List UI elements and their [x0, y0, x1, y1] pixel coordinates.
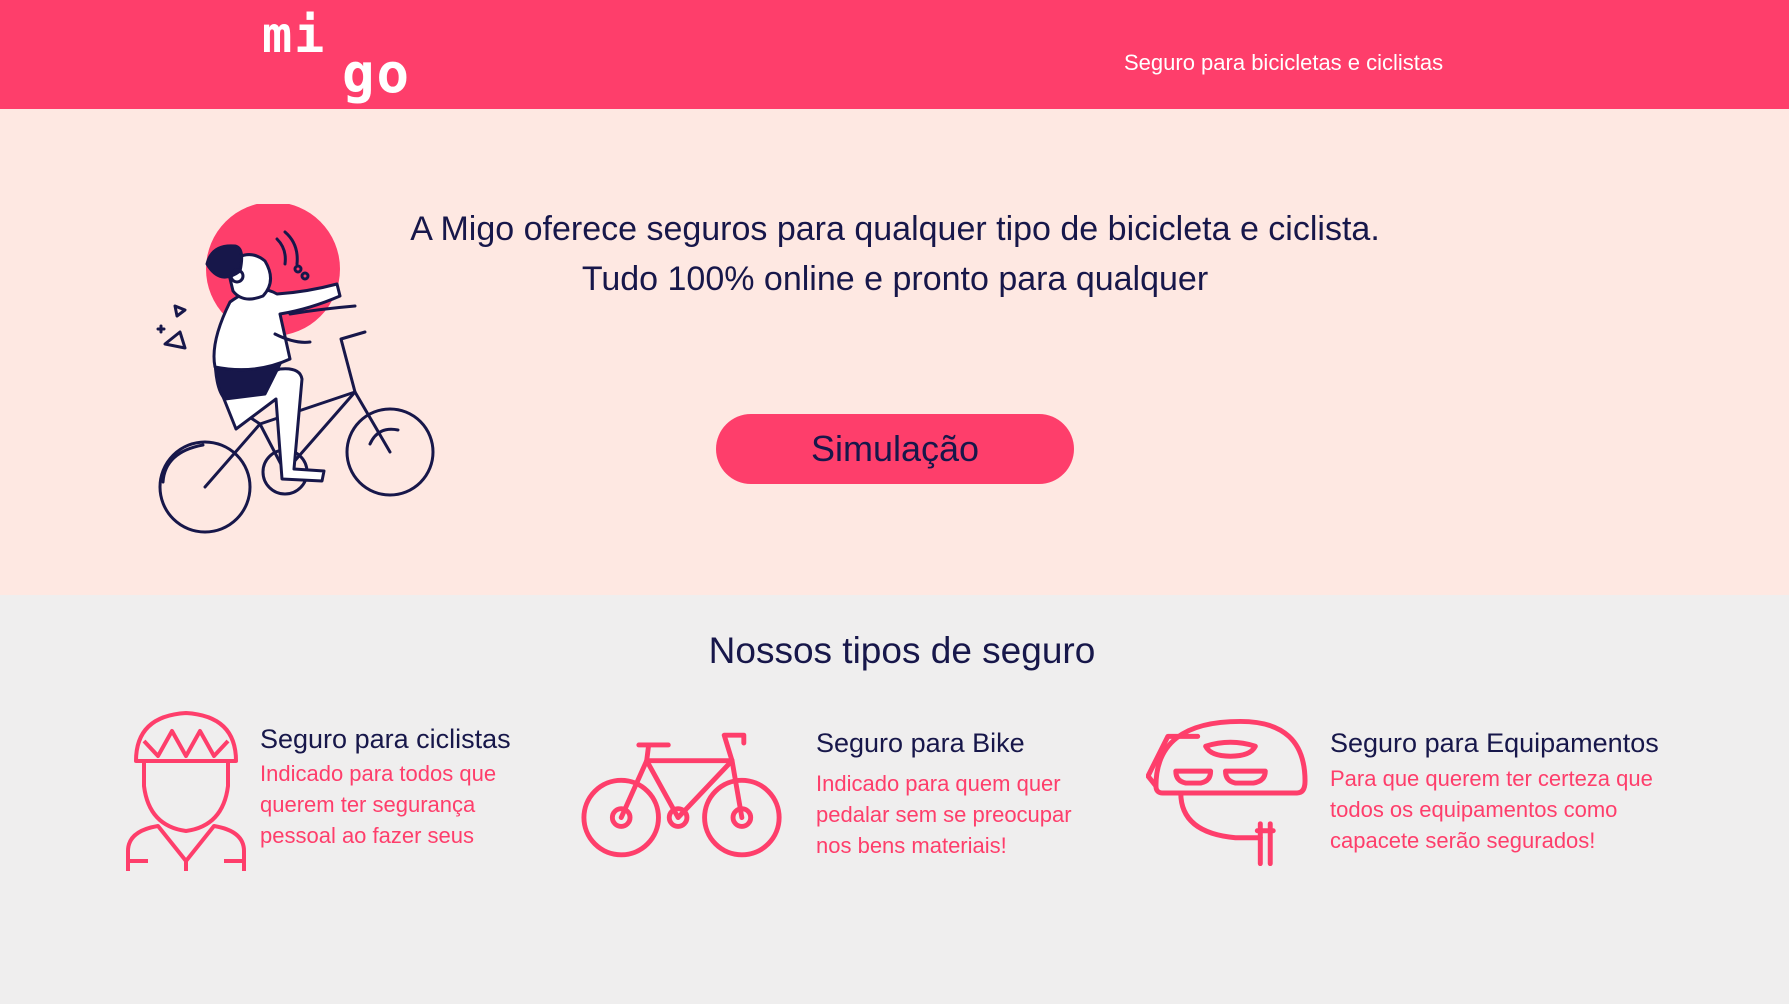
logo-text-line1: mi: [262, 6, 327, 64]
card-title-bike: Seguro para Bike: [816, 728, 1025, 758]
card-desc-equipment: Para que querem ter certeza que todos os…: [1330, 763, 1653, 856]
card-desc-line: nos bens materiais!: [816, 833, 1007, 858]
card-desc-bike: Indicado para quem quer pedalar sem se p…: [816, 768, 1072, 861]
card-title-equipment: Seguro para Equipamentos: [1330, 728, 1659, 758]
bicycle-icon: [581, 732, 782, 858]
card-desc-line: Indicado para quem quer: [816, 771, 1061, 796]
card-desc-cyclists: Indicado para todos que querem ter segur…: [260, 758, 496, 851]
top-bar: mi go Seguro para bicicletas e ciclistas: [0, 0, 1789, 109]
helmet-icon: [1146, 718, 1308, 866]
hero-section: A Migo oferece seguros para qualquer tip…: [0, 109, 1789, 595]
hero-headline: A Migo oferece seguros para qualquer tip…: [345, 204, 1445, 304]
cyclist-helmet-icon: [126, 711, 246, 871]
card-desc-line: todos os equipamentos como: [1330, 797, 1618, 822]
logo-text-line2: go: [342, 42, 412, 105]
card-desc-line: Para que querem ter certeza que: [1330, 766, 1653, 791]
simulation-button[interactable]: Simulação: [716, 414, 1074, 484]
card-desc-line: querem ter segurança: [260, 792, 476, 817]
hero-line-2: Tudo 100% online e pronto para qualquer: [581, 260, 1209, 298]
section-title: Nossos tipos de seguro: [708, 630, 1096, 671]
hero-line-1: A Migo oferece seguros para qualquer tip…: [410, 210, 1380, 248]
card-desc-line: Indicado para todos que: [260, 761, 497, 786]
card-title-cyclists: Seguro para ciclistas: [260, 724, 511, 754]
card-desc-line: capacete serão segurados!: [1330, 828, 1596, 853]
header-tagline: Seguro para bicicletas e ciclistas: [1124, 50, 1444, 75]
card-desc-line: pedalar sem se preocupar: [816, 802, 1072, 827]
card-desc-line: pessoal ao fazer seus: [260, 823, 475, 848]
migo-logo[interactable]: mi go: [262, 6, 432, 105]
